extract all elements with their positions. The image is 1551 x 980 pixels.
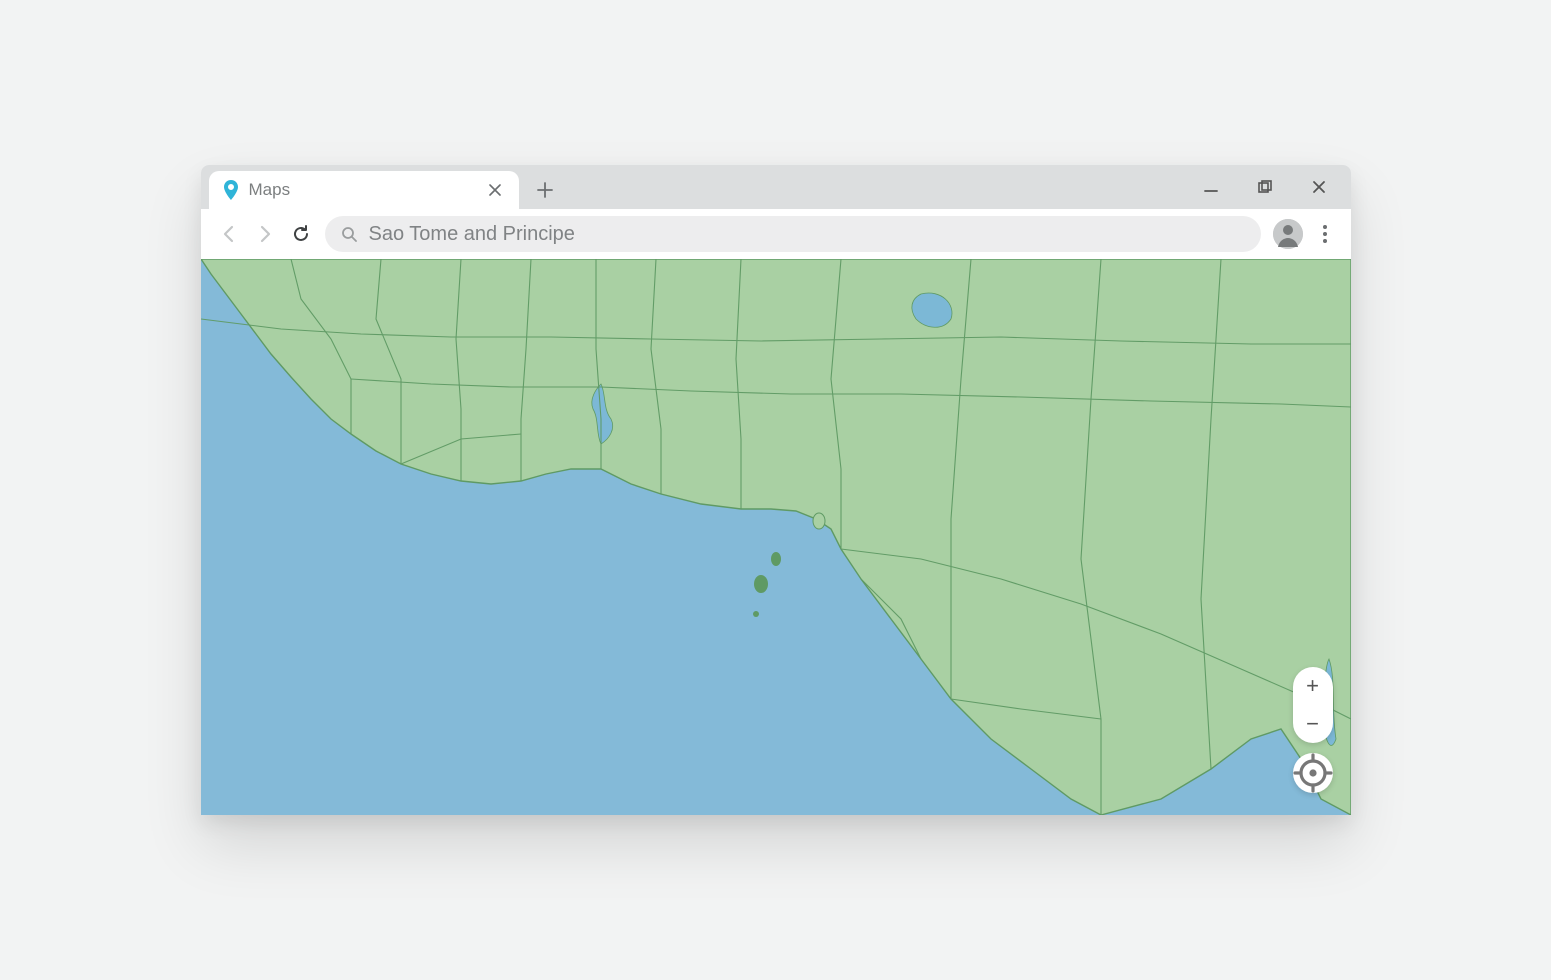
profile-avatar[interactable]: [1273, 219, 1303, 249]
address-bar[interactable]: [325, 216, 1261, 252]
zoom-control: + −: [1293, 667, 1333, 743]
search-icon: [341, 226, 357, 242]
island-bioko: [813, 513, 825, 529]
map-pin-icon: [223, 180, 239, 200]
window-close-button[interactable]: [1309, 177, 1329, 197]
search-input[interactable]: [369, 223, 1245, 246]
window-controls: [1201, 165, 1341, 209]
zoom-out-button[interactable]: −: [1293, 705, 1333, 743]
window-minimize-button[interactable]: [1201, 177, 1221, 197]
window-maximize-button[interactable]: [1255, 177, 1275, 197]
forward-button[interactable]: [253, 222, 277, 246]
zoom-in-button[interactable]: +: [1293, 667, 1333, 705]
overflow-menu-button[interactable]: [1315, 225, 1335, 243]
map-viewport[interactable]: + −: [201, 259, 1351, 815]
back-button[interactable]: [217, 222, 241, 246]
browser-window: Maps: [201, 165, 1351, 815]
browser-tab-maps[interactable]: Maps: [209, 171, 519, 209]
tab-close-button[interactable]: [485, 180, 505, 200]
map-canvas: [201, 259, 1351, 815]
tab-title: Maps: [249, 180, 475, 200]
new-tab-button[interactable]: [529, 174, 561, 206]
locate-me-button[interactable]: [1293, 753, 1333, 793]
crosshair-icon: [1293, 753, 1333, 793]
browser-toolbar: [201, 209, 1351, 259]
reload-button[interactable]: [289, 222, 313, 246]
tab-bar: Maps: [201, 165, 1351, 209]
map-controls: + −: [1293, 667, 1333, 793]
